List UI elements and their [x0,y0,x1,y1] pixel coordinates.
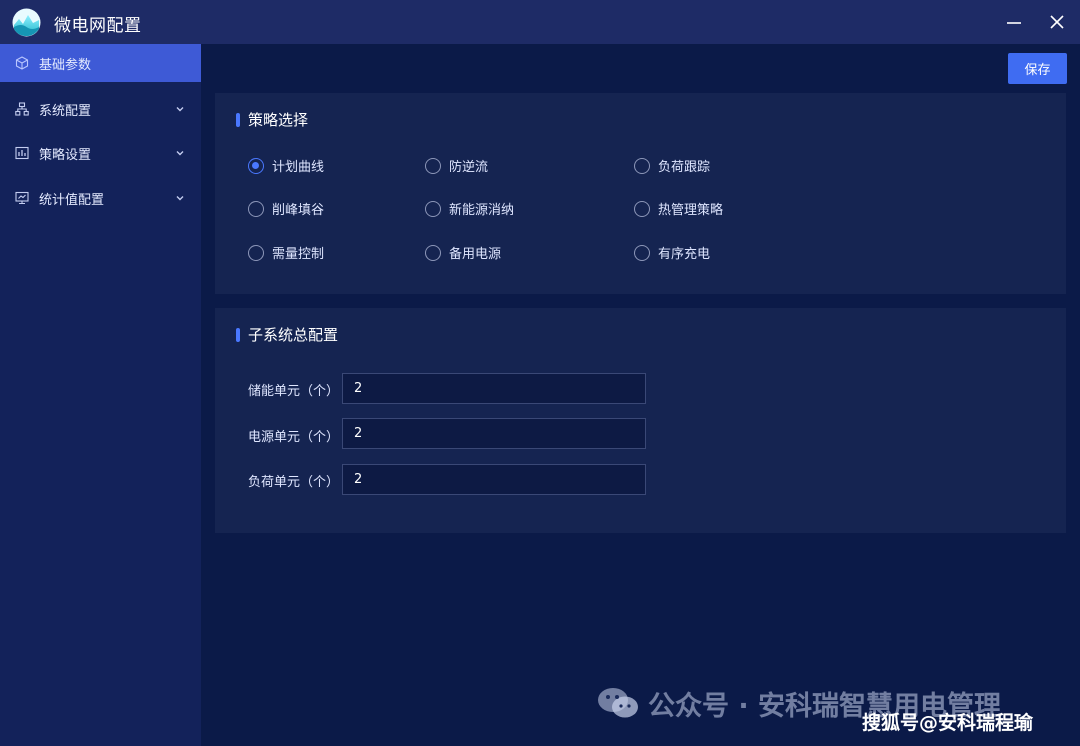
radio-label: 削峰填谷 [272,203,325,218]
radio-button[interactable] [425,244,441,261]
radio-button[interactable] [248,200,264,217]
main-content: 保存 策略选择 计划曲线 防逆流 负荷跟踪 削峰填谷 新能源消纳 热管理策略 需… [201,44,1080,746]
section-marker [236,328,240,342]
storage-units-label: 储能单元（个） [248,384,340,399]
sidebar-item-basic-params[interactable]: 基础参数 [0,44,201,82]
minimize-icon[interactable] [1000,7,1030,37]
radio-load-tracking[interactable]: 负荷跟踪 [634,156,710,175]
radio-peak-shaving[interactable]: 削峰填谷 [248,199,324,218]
close-icon[interactable] [1042,7,1072,37]
radio-button[interactable] [634,200,650,217]
sidebar-item-label: 统计值配置 [39,192,105,208]
radio-ordered-charging[interactable]: 有序充电 [634,243,710,262]
radio-renewable-consumption[interactable]: 新能源消纳 [425,199,514,218]
radio-label: 备用电源 [449,247,502,262]
load-units-input[interactable] [342,464,646,495]
cube-icon [15,56,29,70]
org-chart-icon [15,102,29,116]
watermark-brand: 搜狐号@安科瑞程瑜 [862,712,1034,734]
sidebar-item-system-config[interactable]: 系统配置 [0,90,201,128]
radio-button[interactable] [248,244,264,261]
wechat-icon [598,688,638,718]
sidebar-item-strategy-settings[interactable]: 策略设置 [0,134,201,172]
radio-label: 负荷跟踪 [658,160,711,175]
radio-button[interactable] [634,157,650,174]
monitor-icon [15,191,29,205]
window-title: 微电网配置 [54,16,142,36]
radio-demand-control[interactable]: 需量控制 [248,243,324,262]
chevron-down-icon [176,151,184,156]
radio-button[interactable] [634,244,650,261]
radio-label: 热管理策略 [658,203,724,218]
power-units-input[interactable] [342,418,646,449]
save-button[interactable]: 保存 [1008,53,1067,84]
subsystem-card: 子系统总配置 储能单元（个） 电源单元（个） 负荷单元（个） [215,308,1066,533]
sidebar-item-label: 系统配置 [39,103,92,119]
app-window: 微电网配置 基础参数 系统配置 策略设置 统计值配置 保存 策略选择 计划曲线 … [0,0,1080,746]
radio-thermal-management[interactable]: 热管理策略 [634,199,723,218]
radio-button-checked[interactable] [248,157,264,174]
radio-label: 有序充电 [658,247,711,262]
storage-units-input[interactable] [342,373,646,404]
chart-icon [15,146,29,160]
radio-label: 新能源消纳 [449,203,515,218]
sidebar-item-statistics-config[interactable]: 统计值配置 [0,179,201,217]
chevron-down-icon [176,107,184,112]
radio-label: 防逆流 [449,160,489,175]
sidebar-item-label: 基础参数 [39,57,92,73]
radio-backup-power[interactable]: 备用电源 [425,243,501,262]
radio-label: 需量控制 [272,247,325,262]
section-title: 策略选择 [248,111,309,129]
section-marker [236,113,240,127]
power-units-label: 电源单元（个） [248,430,340,445]
sidebar: 基础参数 系统配置 策略设置 统计值配置 [0,44,201,746]
radio-anti-backflow[interactable]: 防逆流 [425,156,488,175]
radio-plan-curve[interactable]: 计划曲线 [248,156,324,175]
radio-button[interactable] [425,200,441,217]
sidebar-item-label: 策略设置 [39,147,92,163]
chevron-down-icon [176,196,184,201]
app-logo-icon [12,8,41,37]
section-title: 子系统总配置 [248,326,339,344]
load-units-label: 负荷单元（个） [248,475,340,490]
strategy-card: 策略选择 计划曲线 防逆流 负荷跟踪 削峰填谷 新能源消纳 热管理策略 需量控制… [215,93,1066,294]
title-bar: 微电网配置 [0,0,1080,44]
radio-button[interactable] [425,157,441,174]
radio-label: 计划曲线 [272,160,325,175]
